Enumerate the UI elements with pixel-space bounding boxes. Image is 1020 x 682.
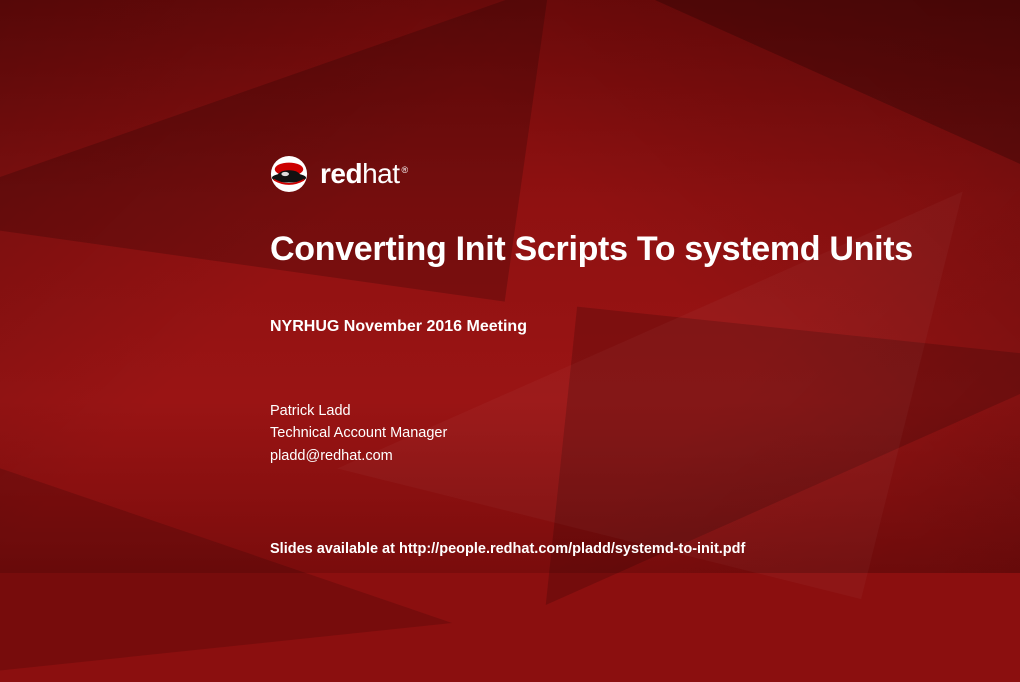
- author-role: Technical Account Manager: [270, 422, 1020, 444]
- wordmark-light: hat: [362, 158, 399, 189]
- author-name: Patrick Ladd: [270, 400, 1020, 422]
- wordmark-trademark: ®: [402, 165, 408, 175]
- author-block: Patrick Ladd Technical Account Manager p…: [270, 400, 1020, 467]
- slide-content: redhat® Converting Init Scripts To syste…: [0, 0, 1020, 573]
- brand-logo: redhat®: [270, 155, 1020, 193]
- author-email: pladd@redhat.com: [270, 445, 1020, 467]
- footer-link-text: Slides available at http://people.redhat…: [270, 541, 1020, 557]
- wordmark-bold: red: [320, 158, 362, 189]
- slide-subtitle: NYRHUG November 2016 Meeting: [270, 318, 1020, 336]
- slide-title: Converting Init Scripts To systemd Units: [270, 229, 1020, 270]
- brand-wordmark: redhat®: [320, 160, 408, 188]
- redhat-fedora-icon: [270, 155, 308, 193]
